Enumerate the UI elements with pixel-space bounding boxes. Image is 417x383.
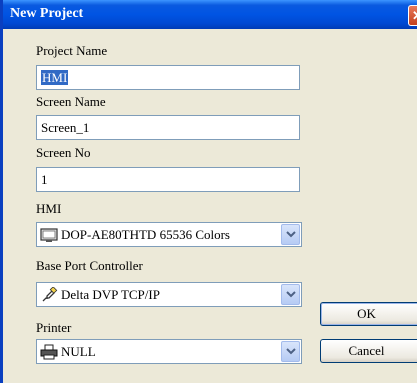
hmi-label: HMI	[36, 201, 62, 216]
base-port-select[interactable]: Delta DVP TCP/IP	[36, 282, 302, 307]
printer-dropdown-button[interactable]	[281, 341, 300, 362]
base-port-label: Base Port Controller	[36, 258, 143, 273]
printer-label: Printer	[36, 320, 72, 335]
chevron-down-icon	[286, 348, 296, 355]
ok-button[interactable]: OK	[320, 302, 417, 326]
close-button[interactable]: ✕	[408, 5, 417, 26]
printer-select[interactable]: NULL	[36, 339, 302, 364]
base-port-value: Delta DVP TCP/IP	[61, 287, 160, 302]
screen-name-label: Screen Name	[36, 94, 106, 109]
window-title: New Project	[10, 6, 84, 21]
close-icon: ✕	[412, 8, 417, 23]
hmi-select[interactable]: DOP-AE80THTD 65536 Colors	[36, 222, 302, 247]
title-bar[interactable]: New Project	[3, 0, 417, 29]
hmi-value: DOP-AE80THTD 65536 Colors	[61, 227, 230, 242]
screen-no-label: Screen No	[36, 145, 91, 160]
project-name-label: Project Name	[36, 43, 108, 58]
base-port-dropdown-button[interactable]	[281, 284, 300, 305]
printer-value: NULL	[61, 344, 96, 359]
plug-icon	[42, 287, 58, 302]
printer-icon	[40, 344, 58, 360]
screen-name-input[interactable]: Screen_1	[36, 115, 300, 140]
project-name-value: HMI	[41, 70, 69, 85]
cancel-button[interactable]: Cancel	[320, 339, 417, 363]
chevron-down-icon	[286, 231, 296, 238]
screen-name-value: Screen_1	[41, 120, 90, 135]
hmi-dropdown-button[interactable]	[281, 224, 300, 245]
monitor-icon	[40, 228, 58, 242]
chevron-down-icon	[286, 291, 296, 298]
new-project-dialog: New Project ✕ Project Name HMI Screen Na…	[0, 0, 417, 383]
project-name-input[interactable]: HMI	[36, 65, 300, 90]
screen-no-input[interactable]: 1	[36, 167, 300, 192]
screen-no-value: 1	[41, 172, 48, 187]
